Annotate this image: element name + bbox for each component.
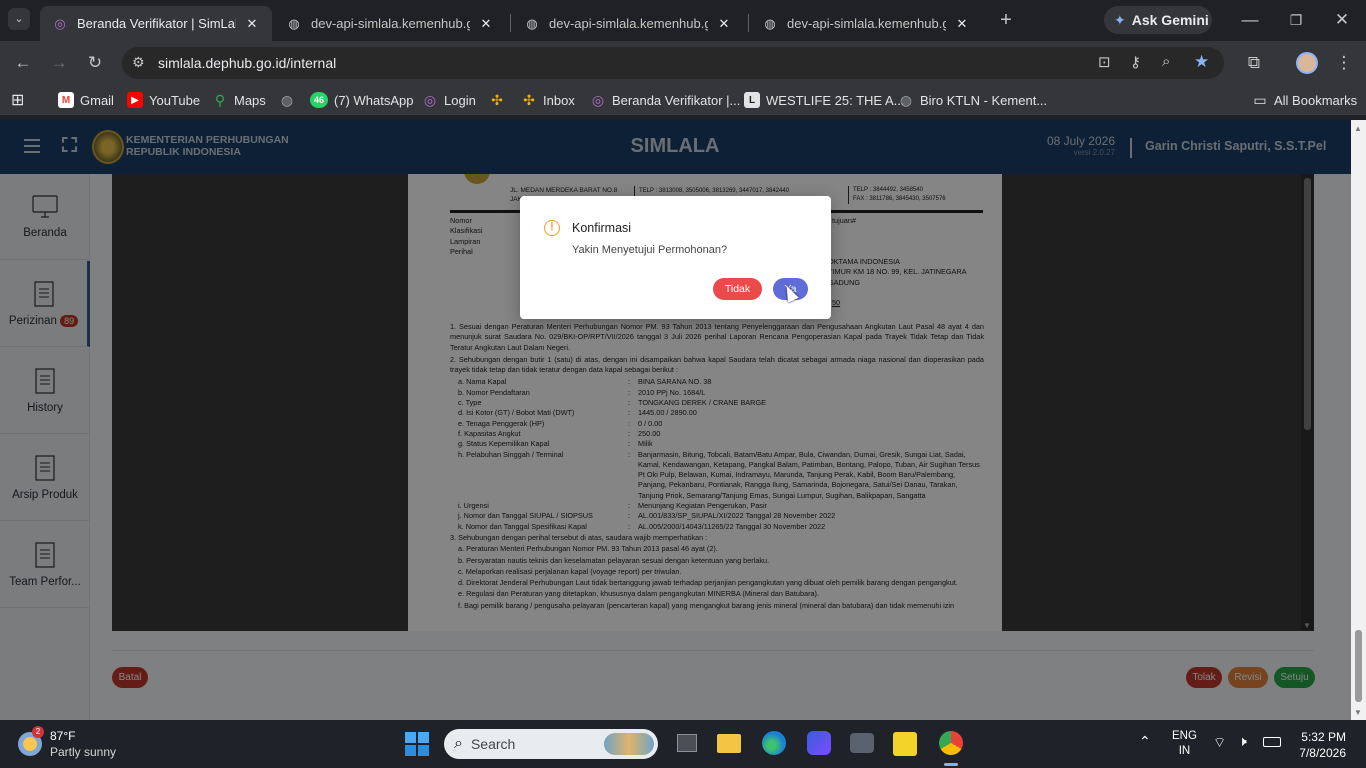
camera-app-icon[interactable]: [850, 733, 874, 753]
back-arrow-icon[interactable]: ←: [11, 51, 35, 75]
minimize-icon[interactable]: —: [1238, 8, 1262, 32]
warning-icon: !: [544, 220, 560, 236]
scroll-down-icon[interactable]: ▼: [1354, 708, 1362, 717]
password-key-icon[interactable]: ⚷: [1130, 53, 1141, 71]
bookmark-star-icon[interactable]: ★: [1194, 52, 1209, 72]
vpn-app-icon[interactable]: [807, 731, 831, 755]
ticket-icon: L: [744, 92, 760, 108]
globe-icon: ◍: [899, 91, 913, 108]
globe-icon: ◍: [764, 15, 776, 31]
edge-icon[interactable]: [762, 731, 786, 755]
tab-close-icon[interactable]: ✕: [954, 16, 970, 32]
start-windows-icon[interactable]: [405, 732, 429, 756]
bookmark-whatsapp[interactable]: 46 (7) WhatsApp: [310, 91, 413, 109]
simlala-icon: ◎: [591, 91, 605, 108]
tray-chevron-icon[interactable]: ⌃: [1139, 733, 1151, 750]
bookmark-beranda[interactable]: ◎ Beranda Verifikator |...: [590, 91, 741, 109]
gemini-sparkle-icon: ✦: [1114, 11, 1126, 28]
tab-dev-api-2[interactable]: ◍ dev-api-simlala.kemenhub.go.id/... ✕: [512, 6, 744, 41]
close-window-icon[interactable]: ✕: [1330, 8, 1354, 32]
search-icon: ⌕: [454, 735, 463, 752]
windows-taskbar: 2 87°F Partly sunny ⌕ Search ⌃ ENG IN ⌔ …: [0, 720, 1366, 768]
pinwheel-icon: ✣: [491, 91, 503, 108]
scroll-up-icon[interactable]: ▲: [1354, 124, 1362, 133]
confirm-dialog: ! Konfirmasi Yakin Menyetujui Permohonan…: [520, 196, 831, 319]
tab-search-chevron-icon[interactable]: ⌄: [8, 8, 30, 30]
install-app-icon[interactable]: ⊡: [1098, 53, 1111, 71]
all-bookmarks[interactable]: ▭ All Bookmarks: [1252, 91, 1357, 109]
taskbar-search[interactable]: ⌕ Search: [444, 729, 658, 759]
language-indicator[interactable]: ENG IN: [1172, 729, 1197, 759]
maps-icon: ⚲: [214, 91, 226, 108]
gmail-icon: M: [58, 92, 74, 108]
search-highlight-image: [604, 733, 654, 755]
globe-icon: ◍: [526, 15, 538, 31]
bookmark-inbox[interactable]: ✣ Inbox: [521, 91, 575, 109]
new-tab-plus-icon[interactable]: +: [994, 8, 1018, 32]
tab-close-icon[interactable]: ✕: [244, 16, 260, 32]
tab-separator: [748, 14, 749, 32]
page-scrollbar[interactable]: ▲ ▼: [1351, 120, 1366, 720]
youtube-icon: ▶: [127, 92, 143, 108]
sticky-notes-icon[interactable]: [893, 732, 917, 756]
inbox-icon: ✣: [523, 91, 535, 108]
login-icon: ◎: [423, 91, 437, 108]
dialog-title: Konfirmasi: [572, 221, 632, 235]
bookmarks-bar: ⊞ M Gmail ▶ YouTube ⚲ Maps ◍ 46 (7) WhatsApp…: [0, 85, 1366, 115]
volume-icon[interactable]: 🕨: [1238, 733, 1247, 750]
tab-dev-api-1[interactable]: ◍ dev-api-simlala.kemenhub.go.id/... ✕: [274, 6, 506, 41]
bookmark-maps[interactable]: ⚲ Maps: [212, 91, 266, 109]
maximize-icon[interactable]: ❐: [1284, 8, 1308, 32]
weather-widget[interactable]: 2 87°F Partly sunny: [16, 726, 126, 762]
bookmark-globe[interactable]: ◍: [279, 91, 301, 109]
wifi-icon[interactable]: ⌔: [1213, 734, 1226, 752]
menu-kebab-icon[interactable]: ⋮: [1332, 51, 1356, 75]
apps-grid-icon[interactable]: ⊞: [11, 91, 24, 109]
forward-arrow-icon[interactable]: →: [47, 51, 71, 75]
clock[interactable]: 5:32 PM 7/8/2026: [1296, 729, 1346, 761]
zoom-icon[interactable]: ⌕: [1162, 53, 1170, 70]
address-bar[interactable]: ⚙ simlala.dephub.go.id/internal ⊡ ⚷ ⌕ ★: [122, 47, 1224, 79]
url-text[interactable]: simlala.dephub.go.id/internal: [158, 55, 336, 71]
tab-beranda-verifikator[interactable]: ◎ Beranda Verifikator | SimLala ✕: [40, 6, 272, 41]
bookmark-westlife[interactable]: L WESTLIFE 25: THE A...: [744, 91, 904, 109]
tidak-button[interactable]: Tidak: [713, 278, 762, 300]
chrome-icon[interactable]: [939, 731, 963, 755]
globe-icon: ◍: [280, 91, 294, 108]
bookmark-gmail[interactable]: M Gmail: [58, 91, 114, 109]
scroll-thumb[interactable]: [1355, 630, 1362, 702]
weather-badge: 2: [32, 726, 44, 738]
site-settings-icon[interactable]: ⚙: [132, 54, 145, 71]
folder-icon: ▭: [1253, 91, 1267, 108]
battery-icon[interactable]: [1263, 737, 1281, 747]
globe-icon: ◍: [288, 15, 300, 31]
whatsapp-badge: 46: [310, 92, 328, 108]
bookmark-login[interactable]: ◎ Login: [422, 91, 476, 109]
tab-separator: [510, 14, 511, 32]
bookmark-youtube[interactable]: ▶ YouTube: [127, 91, 200, 109]
ask-gemini-button[interactable]: ✦ Ask Gemini: [1104, 6, 1212, 34]
tab-close-icon[interactable]: ✕: [478, 16, 494, 32]
bookmark-biro-ktln[interactable]: ◍ Biro KTLN - Kement...: [898, 91, 1047, 109]
simlala-favicon-icon: ◎: [54, 15, 66, 31]
chrome-active-indicator: [944, 763, 958, 766]
tab-close-icon[interactable]: ✕: [716, 16, 732, 32]
dialog-message: Yakin Menyetujui Permohonan?: [572, 244, 728, 256]
tab-strip: ⌄ ◎ Beranda Verifikator | SimLala ✕ ◍ de…: [0, 0, 1366, 41]
tab-dev-api-3[interactable]: ◍ dev-api-simlala.kemenhub.go.id/... ✕: [750, 6, 982, 41]
task-view-icon[interactable]: [677, 734, 697, 752]
profile-avatar[interactable]: [1296, 52, 1318, 74]
extensions-puzzle-icon[interactable]: ⧉: [1242, 51, 1266, 75]
bookmark-pinwheel[interactable]: ✣: [489, 91, 511, 109]
file-explorer-icon[interactable]: [717, 734, 741, 753]
reload-icon[interactable]: ↻: [83, 51, 107, 75]
